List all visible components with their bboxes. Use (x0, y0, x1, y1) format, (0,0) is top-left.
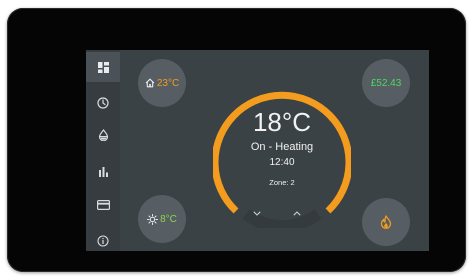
target-temperature: 18°C (252, 107, 312, 137)
cost-value: £52.43 (370, 77, 402, 89)
indoor-temp-value: 23°C (156, 77, 180, 89)
card-icon (96, 200, 110, 210)
sidebar-item-dashboard[interactable] (86, 52, 120, 82)
sidebar-item-schedule[interactable] (86, 88, 120, 118)
decrease-temp-button[interactable] (246, 205, 268, 221)
outdoor-temp-value: 8°C (160, 213, 177, 225)
sidebar-item-usage[interactable] (86, 156, 120, 186)
outdoor-temp-button[interactable]: 8°C (138, 195, 186, 243)
clock-icon (97, 97, 109, 109)
thermostat-device: 23°C £52.43 8°C 18°C On - Heating 12:40 … (7, 8, 466, 272)
bar-chart-icon (98, 166, 108, 177)
cost-button[interactable]: £52.43 (362, 59, 410, 107)
water-drop-icon (98, 129, 108, 141)
boost-button[interactable] (362, 198, 410, 246)
sidebar-item-info[interactable] (86, 226, 120, 251)
chevron-up-icon (293, 210, 301, 216)
chevron-down-icon (253, 210, 261, 216)
dashboard-icon (97, 61, 109, 73)
current-time: 12:40 (269, 157, 295, 168)
flame-icon (380, 215, 392, 229)
info-icon (97, 235, 109, 247)
home-icon (145, 78, 155, 88)
sun-icon (147, 213, 159, 225)
sidebar (86, 50, 120, 251)
temperature-dial[interactable]: 18°C On - Heating 12:40 Zone: 2 (213, 90, 351, 228)
sidebar-item-billing[interactable] (86, 190, 120, 220)
increase-temp-button[interactable] (286, 205, 308, 221)
sidebar-item-hot-water[interactable] (86, 120, 120, 150)
indoor-temp-button[interactable]: 23°C (138, 59, 186, 107)
heating-status: On - Heating (250, 141, 314, 153)
thermostat-screen: 23°C £52.43 8°C 18°C On - Heating 12:40 … (86, 50, 429, 251)
zone-label: Zone: 2 (269, 178, 295, 187)
